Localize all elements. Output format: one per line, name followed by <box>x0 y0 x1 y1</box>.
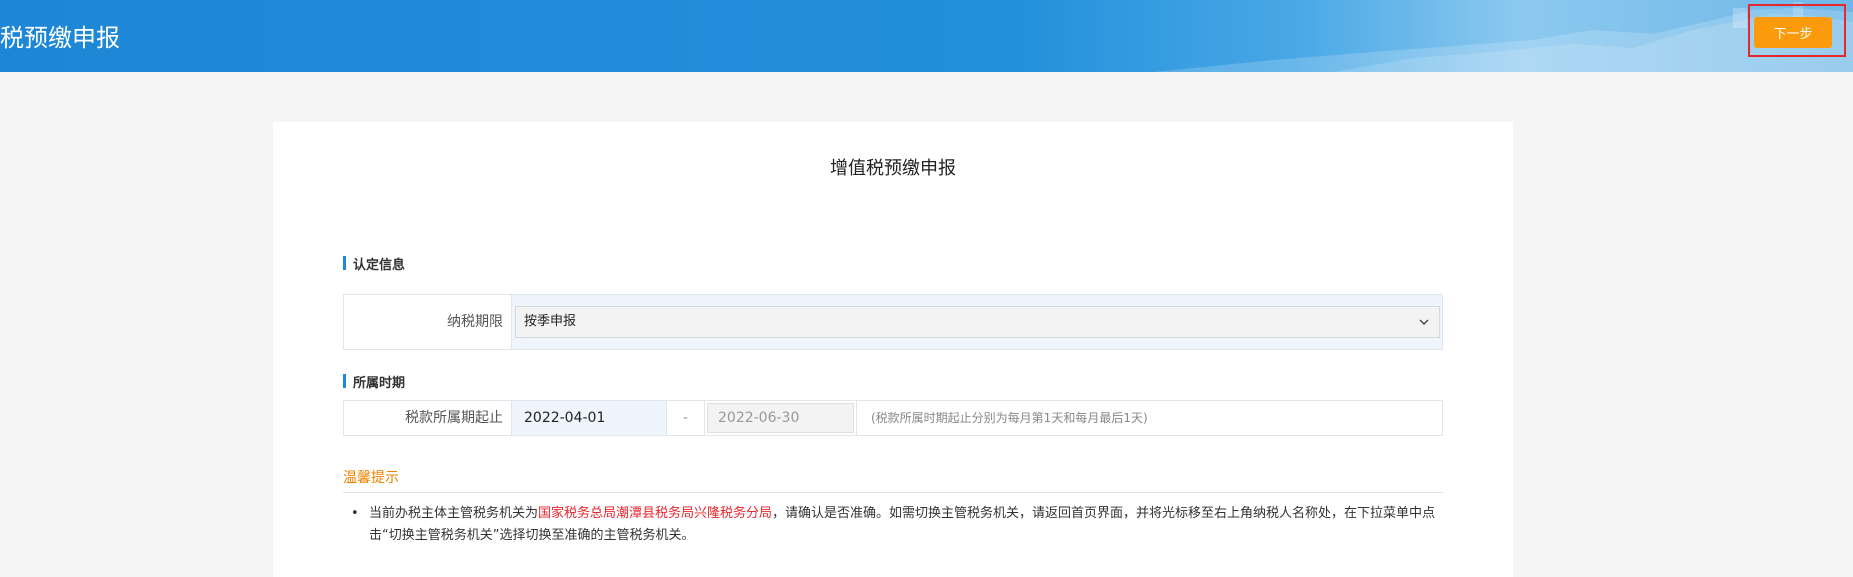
period-end-input: 2022-06-30 <box>707 403 854 433</box>
tips-item: • 当前办税主体主管税务机关为国家税务总局潮潭县税务局兴隆税务分局，请确认是否准… <box>351 503 1443 547</box>
period-separator: - <box>667 401 705 435</box>
tax-period-select[interactable]: 按季申报 <box>515 306 1440 338</box>
chevron-down-icon <box>1419 307 1429 349</box>
section-title-identify: 认定信息 <box>343 254 405 273</box>
tax-period-value: 按季申报 <box>524 314 577 329</box>
section-title-period: 所属时期 <box>343 372 405 391</box>
period-row: 税款所属期起止 2022-04-01 - 2022-06-30 (税款所属时期起… <box>343 400 1443 436</box>
period-hint: (税款所属时期起止分别为每月第1天和每月最后1天) <box>871 411 1148 425</box>
tax-period-row: 纳税期限 按季申报 <box>343 294 1443 350</box>
form-title: 增值税预缴申报 <box>830 158 956 179</box>
period-end-cell: 2022-06-30 <box>705 401 857 435</box>
next-step-button[interactable]: 下一步 <box>1754 17 1832 48</box>
tips-title: 温馨提示 <box>343 470 399 486</box>
period-start-input[interactable]: 2022-04-01 <box>512 401 667 435</box>
tips-divider <box>343 492 1443 493</box>
tax-period-field: 按季申报 <box>512 295 1442 349</box>
tax-authority-name: 国家税务总局潮潭县税务局兴隆税务分局 <box>538 506 773 521</box>
app-header: 税预缴申报 <box>0 0 1853 72</box>
period-label: 税款所属期起止 <box>344 401 512 435</box>
tax-period-label: 纳税期限 <box>344 295 512 349</box>
page-header-title: 税预缴申报 <box>0 24 120 52</box>
form-panel: 增值税预缴申报 认定信息 纳税期限 按季申报 所属时期 税款所属期起止 2022… <box>273 122 1513 577</box>
tips-text-before: 当前办税主体主管税务机关为 <box>369 506 539 521</box>
bullet-icon: • <box>351 506 359 521</box>
